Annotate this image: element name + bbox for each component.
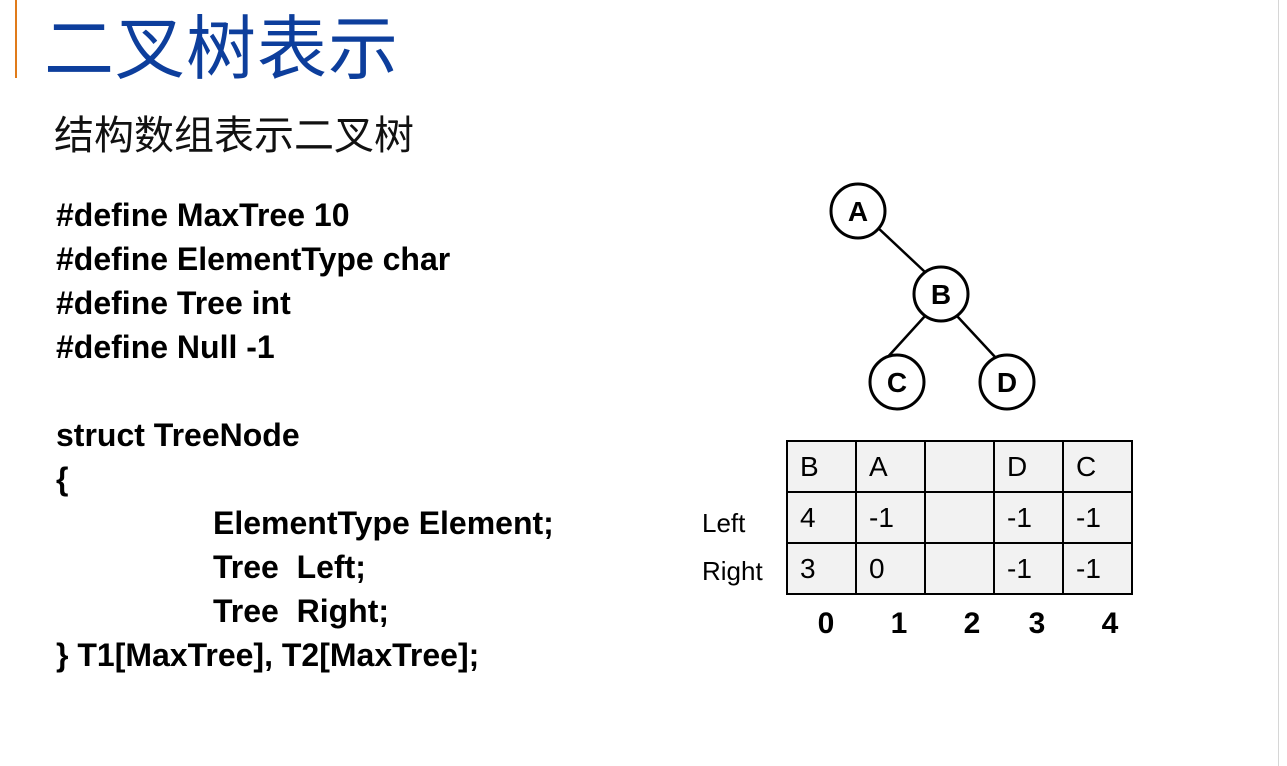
index-label-1: 1 — [890, 607, 908, 640]
left-cell-0: 4 — [786, 491, 857, 544]
tree-edge-b-c — [884, 315, 926, 361]
tree-node-a: A — [829, 182, 887, 240]
code-line-open-brace: { — [56, 461, 69, 497]
tree-node-c-label: C — [887, 367, 907, 398]
tree-node-a-label: A — [848, 196, 868, 227]
tree-edge-a-b — [875, 225, 926, 273]
right-row: 3 0 -1 -1 — [786, 542, 1133, 595]
element-cell-2 — [924, 440, 995, 493]
left-cell-4: -1 — [1062, 491, 1133, 544]
element-cell-4: C — [1062, 440, 1133, 493]
index-label-0: 0 — [817, 607, 835, 640]
left-cell-2 — [924, 491, 995, 544]
element-row: B A D C — [786, 440, 1133, 493]
left-cell-3: -1 — [993, 491, 1064, 544]
element-cell-3: D — [993, 440, 1064, 493]
left-cell-1: -1 — [855, 491, 926, 544]
index-label-3: 3 — [1028, 607, 1046, 640]
left-row: 4 -1 -1 -1 — [786, 491, 1133, 544]
tree-node-b: B — [912, 265, 970, 323]
code-line-left-field: Tree Left; — [213, 549, 366, 585]
right-cell-0: 3 — [786, 542, 857, 595]
index-label-4: 4 — [1101, 607, 1119, 640]
code-line-right-field: Tree Right; — [213, 593, 390, 629]
tree-node-c: C — [868, 353, 926, 411]
row-label-right: Right — [702, 556, 763, 586]
element-cell-0: B — [786, 440, 857, 493]
code-line-element-field: ElementType Element; — [213, 505, 554, 541]
right-cell-3: -1 — [993, 542, 1064, 595]
right-cell-4: -1 — [1062, 542, 1133, 595]
tree-node-b-label: B — [931, 279, 951, 310]
index-label-2: 2 — [963, 607, 981, 640]
tree-node-d: D — [978, 353, 1036, 411]
code-line-close-decl: } T1[MaxTree], T2[MaxTree]; — [56, 637, 480, 673]
right-cell-1: 0 — [855, 542, 926, 595]
tree-edge-b-d — [956, 315, 997, 359]
structure-array-table: B A D C 4 -1 -1 -1 3 0 -1 -1 — [786, 440, 1133, 595]
element-cell-1: A — [855, 440, 926, 493]
tree-node-d-label: D — [997, 367, 1017, 398]
right-cell-2 — [924, 542, 995, 595]
binary-tree-diagram: A B C D — [829, 182, 1036, 411]
row-label-left: Left — [702, 508, 746, 538]
